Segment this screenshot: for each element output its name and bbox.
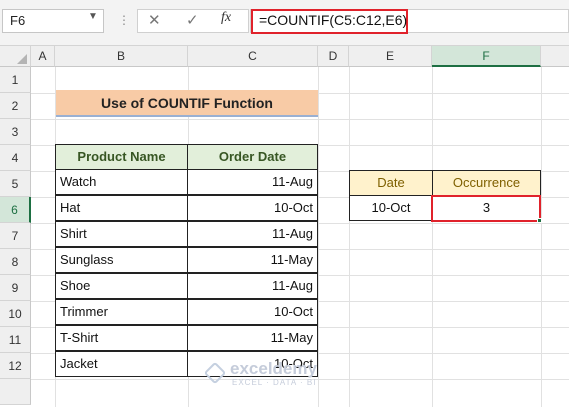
column-header-g[interactable] xyxy=(541,46,569,67)
table-cell-date[interactable]: 10-Oct xyxy=(187,195,318,221)
table-cell-product[interactable]: Sunglass xyxy=(55,247,188,273)
watermark-subtitle: EXCEL · DATA · BI xyxy=(232,378,317,387)
row-header-7[interactable]: 7 xyxy=(0,223,31,249)
table-cell-product[interactable]: Shoe xyxy=(55,273,188,299)
column-header-f[interactable]: F xyxy=(432,46,541,67)
lookup-date-cell[interactable]: 10-Oct xyxy=(349,195,433,221)
table-header-product[interactable]: Product Name xyxy=(55,144,188,170)
row-header-4[interactable]: 4 xyxy=(0,145,31,171)
more-options-icon[interactable]: ⋮ xyxy=(118,13,131,27)
column-header-b[interactable]: B xyxy=(55,46,188,67)
row-header-9[interactable]: 9 xyxy=(0,275,31,301)
fill-handle[interactable] xyxy=(537,218,542,223)
watermark-title: exceldemy xyxy=(230,359,317,378)
gridline xyxy=(432,67,433,407)
row-header-2[interactable]: 2 xyxy=(0,93,31,119)
row-header-10[interactable]: 10 xyxy=(0,301,31,327)
row-header-3[interactable]: 3 xyxy=(0,119,31,145)
table-cell-date[interactable]: 11-Aug xyxy=(187,221,318,247)
table-cell-date[interactable]: 10-Oct xyxy=(187,299,318,325)
lookup-header-date[interactable]: Date xyxy=(349,170,433,196)
formula-text: =COUNTIF(C5:C12,E6) xyxy=(259,12,408,28)
row-header-5[interactable]: 5 xyxy=(0,171,31,197)
table-cell-product[interactable]: Watch xyxy=(55,169,188,195)
table-cell-date[interactable]: 11-Aug xyxy=(187,169,318,195)
sheet-title[interactable]: Use of COUNTIF Function xyxy=(56,90,318,117)
gridline xyxy=(541,67,542,407)
table-header-date[interactable]: Order Date xyxy=(187,144,318,170)
chevron-down-icon[interactable]: ▼ xyxy=(88,11,98,22)
table-cell-date[interactable]: 11-Aug xyxy=(187,273,318,299)
gridline xyxy=(349,67,350,407)
enter-icon[interactable]: ✓ xyxy=(186,11,199,29)
table-cell-date[interactable]: 11-May xyxy=(187,325,318,351)
select-all-triangle-icon xyxy=(17,54,27,64)
column-header-c[interactable]: C xyxy=(188,46,318,67)
column-header-e[interactable]: E xyxy=(349,46,432,67)
insert-function-icon[interactable]: fx xyxy=(221,10,231,26)
table-cell-product[interactable]: Hat xyxy=(55,195,188,221)
cancel-icon[interactable]: ✕ xyxy=(148,11,161,29)
table-cell-date[interactable]: 11-May xyxy=(187,247,318,273)
table-cell-product[interactable]: Jacket xyxy=(55,351,188,377)
row-header-13[interactable] xyxy=(0,379,31,405)
row-header-11[interactable]: 11 xyxy=(0,327,31,353)
active-cell-highlight xyxy=(431,195,541,222)
row-header-1[interactable]: 1 xyxy=(0,67,31,93)
row-header-6[interactable]: 6 xyxy=(0,197,31,223)
table-cell-product[interactable]: Shirt xyxy=(55,221,188,247)
gridline xyxy=(318,67,319,407)
table-cell-product[interactable]: T-Shirt xyxy=(55,325,188,351)
gridline xyxy=(31,119,569,120)
column-header-a[interactable]: A xyxy=(31,46,55,67)
row-header-8[interactable]: 8 xyxy=(0,249,31,275)
lookup-header-occurrence[interactable]: Occurrence xyxy=(432,170,541,196)
column-header-d[interactable]: D xyxy=(318,46,349,67)
table-cell-product[interactable]: Trimmer xyxy=(55,299,188,325)
row-header-12[interactable]: 12 xyxy=(0,353,31,379)
